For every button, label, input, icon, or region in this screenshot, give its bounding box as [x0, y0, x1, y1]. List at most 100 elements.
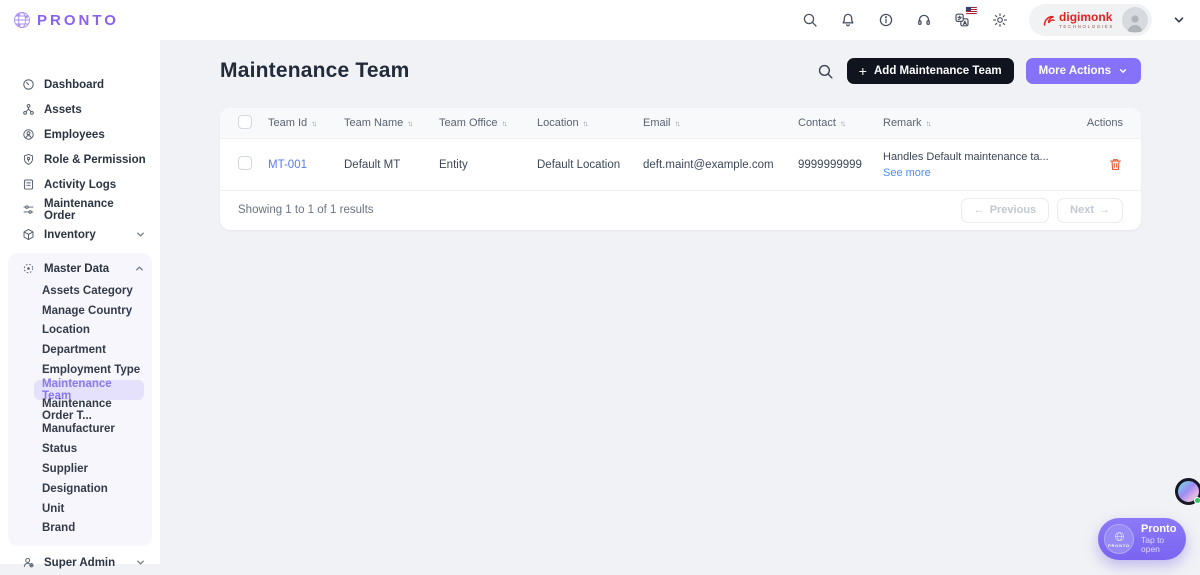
sidebar-subitem-location[interactable]: Location	[34, 321, 144, 341]
sidebar-item-super-admin[interactable]: Super Admin	[0, 550, 160, 575]
next-button[interactable]: Next →	[1057, 198, 1123, 223]
info-icon[interactable]	[877, 11, 895, 29]
user-avatar[interactable]	[1122, 7, 1148, 33]
column-header-team-id[interactable]: Team Id↑↓	[268, 117, 344, 129]
column-header-location[interactable]: Location↑↓	[537, 117, 643, 129]
super-admin-icon	[22, 556, 35, 569]
account-pill[interactable]: digimonk TECHNOLOGIES	[1029, 4, 1152, 36]
sidebar-item-maintenance-order[interactable]: Maintenance Order	[0, 197, 160, 222]
delete-trash-icon[interactable]	[1108, 157, 1123, 172]
notifications-bell-icon[interactable]	[839, 11, 857, 29]
shield-icon	[22, 153, 35, 166]
us-flag-badge	[966, 7, 977, 14]
master-data-group: Master Data Assets Category Manage Count…	[8, 253, 152, 546]
master-data-icon	[22, 262, 35, 275]
theme-sun-icon[interactable]	[991, 11, 1009, 29]
subitem-label: Assets Category	[42, 285, 133, 297]
widget-title: Pronto	[1141, 523, 1180, 536]
column-header-team-office[interactable]: Team Office↑↓	[439, 117, 537, 129]
cell-team-name: Default MT	[344, 159, 439, 171]
more-actions-button[interactable]: More Actions	[1026, 58, 1141, 84]
floating-avatar[interactable]	[1175, 478, 1200, 505]
language-translate-icon[interactable]	[953, 11, 971, 29]
more-actions-label: More Actions	[1039, 65, 1111, 77]
column-header-contact[interactable]: Contact↑↓	[798, 117, 883, 129]
cell-remark: Handles Default maintenance ta... See mo…	[883, 149, 1061, 181]
chevron-down-icon	[135, 229, 146, 240]
sort-icon: ↑↓	[840, 119, 846, 128]
sidebar-item-role-permission[interactable]: Role & Permission	[0, 147, 160, 172]
arrow-left-icon: ←	[974, 204, 985, 216]
brand-logo[interactable]: PRONTO	[12, 10, 119, 30]
page-header: Maintenance Team + Add Maintenance Team …	[220, 58, 1141, 84]
subitem-label: Maintenance Order T...	[42, 398, 144, 422]
topbar-actions: digimonk TECHNOLOGIES	[801, 4, 1186, 36]
maintenance-team-table: Team Id↑↓ Team Name↑↓ Team Office↑↓ Loca…	[220, 108, 1141, 230]
column-header-team-name[interactable]: Team Name↑↓	[344, 117, 439, 129]
cell-location: Default Location	[537, 159, 643, 171]
page-actions: + Add Maintenance Team More Actions	[817, 58, 1141, 84]
header-label: Remark	[883, 117, 922, 129]
sidebar-item-label: Role & Permission	[44, 154, 146, 166]
topbar: PRONTO	[0, 0, 1200, 40]
sidebar-item-inventory[interactable]: Inventory	[0, 222, 160, 247]
column-header-remark[interactable]: Remark↑↓	[883, 117, 1061, 129]
inventory-box-icon	[22, 228, 35, 241]
add-maintenance-team-button[interactable]: + Add Maintenance Team	[847, 58, 1014, 84]
header-label: Email	[643, 117, 671, 129]
cell-contact: 9999999999	[798, 159, 883, 171]
sidebar-subitem-manage-country[interactable]: Manage Country	[34, 301, 144, 321]
digimonk-logo: digimonk TECHNOLOGIES	[1041, 11, 1114, 30]
org-name: digimonk	[1059, 11, 1114, 23]
column-header-email[interactable]: Email↑↓	[643, 117, 798, 129]
sidebar-item-master-data[interactable]: Master Data	[8, 256, 152, 281]
sidebar-item-employees[interactable]: Employees	[0, 122, 160, 147]
sidebar: Dashboard Assets Employees Role & Permis…	[0, 40, 160, 564]
chevron-up-icon	[133, 263, 146, 274]
sidebar-subitem-unit[interactable]: Unit	[34, 499, 144, 519]
sidebar-item-label: Employees	[44, 129, 146, 141]
assets-icon	[22, 103, 35, 116]
select-all-checkbox[interactable]	[238, 115, 252, 129]
cell-actions	[1061, 157, 1123, 172]
row-checkbox[interactable]	[238, 156, 252, 170]
previous-label: Previous	[990, 204, 1036, 216]
pronto-globe-icon	[12, 10, 32, 30]
sidebar-subitem-brand[interactable]: Brand	[34, 519, 144, 539]
sidebar-item-assets[interactable]: Assets	[0, 97, 160, 122]
sidebar-item-label: Master Data	[44, 263, 124, 275]
sidebar-subitem-manufacturer[interactable]: Manufacturer	[34, 420, 144, 440]
cell-team-id[interactable]: MT-001	[268, 159, 344, 171]
sidebar-subitem-assets-category[interactable]: Assets Category	[34, 281, 144, 301]
support-headset-icon[interactable]	[915, 11, 933, 29]
table-search-icon[interactable]	[817, 62, 835, 80]
sidebar-item-dashboard[interactable]: Dashboard	[0, 72, 160, 97]
sidebar-subitem-designation[interactable]: Designation	[34, 479, 144, 499]
subitem-label: Status	[42, 443, 77, 455]
header-label: Actions	[1087, 117, 1123, 129]
cell-email: deft.maint@example.com	[643, 159, 798, 171]
sidebar-subitem-maintenance-order-type[interactable]: Maintenance Order T...	[34, 400, 144, 420]
see-more-link[interactable]: See more	[883, 165, 1061, 181]
sidebar-item-activity-logs[interactable]: Activity Logs	[0, 172, 160, 197]
account-chevron-down-icon[interactable]	[1172, 13, 1186, 27]
search-icon[interactable]	[801, 11, 819, 29]
page-title: Maintenance Team	[220, 59, 410, 83]
sidebar-subitem-status[interactable]: Status	[34, 439, 144, 459]
sidebar-item-label: Inventory	[44, 229, 126, 241]
sidebar-subitem-supplier[interactable]: Supplier	[34, 459, 144, 479]
subitem-label: Brand	[42, 522, 75, 534]
main-content: Maintenance Team + Add Maintenance Team …	[160, 40, 1200, 564]
table-footer: Showing 1 to 1 of 1 results ← Previous N…	[220, 190, 1141, 229]
subitem-label: Manufacturer	[42, 423, 115, 435]
subitem-label: Department	[42, 344, 106, 356]
previous-button[interactable]: ← Previous	[961, 198, 1049, 223]
subitem-label: Employment Type	[42, 364, 140, 376]
sidebar-subitem-department[interactable]: Department	[34, 340, 144, 360]
arrow-right-icon: →	[1099, 204, 1110, 216]
pronto-chat-widget[interactable]: PRONTO Pronto Tap to open	[1098, 518, 1186, 560]
pagination: ← Previous Next →	[961, 198, 1123, 223]
sliders-icon	[22, 203, 35, 216]
sort-icon: ↑↓	[407, 119, 413, 128]
sidebar-item-label: Super Admin	[44, 557, 126, 569]
